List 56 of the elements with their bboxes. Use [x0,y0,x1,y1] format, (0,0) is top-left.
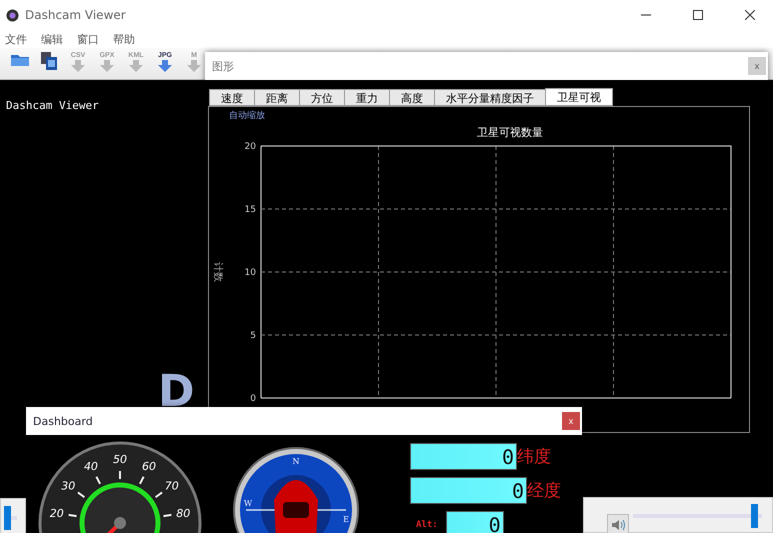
speed-scale-label: 40 [84,460,98,473]
readout-label: 经度 [527,480,561,502]
altitude-label: Alt: [416,520,438,530]
menu-item[interactable]: 窗口 [77,32,99,46]
chart-title: 卫星可视数量 [477,126,543,139]
y-tick-label: 5 [250,331,256,341]
compass-direction-label: W [244,499,252,508]
close-button[interactable]: x [562,412,580,430]
down-arrow-icon [70,60,86,72]
y-axis-label: 计数 [212,262,223,282]
close-icon [745,10,755,20]
speed-scale-label: 20 [50,507,64,520]
workspace-label: Dashcam Viewer [6,99,99,112]
window-title: Dashcam Viewer [25,8,127,22]
down-arrow-icon [157,60,173,72]
chart-tab[interactable]: 方位 [299,89,344,106]
app-logo-icon [6,8,19,22]
auto-scale-link[interactable]: 自动缩放 [229,109,265,122]
menu-item[interactable]: 帮助 [113,32,135,46]
lcd-readout-field: 0 [410,443,517,470]
speed-scale-label: 70 [164,479,179,492]
speaker-button[interactable] [607,514,629,533]
lcd-readout-field: 0 [410,477,527,504]
speed-scale-label: 60 [142,460,156,473]
readout-label: 纬度 [517,446,551,468]
y-tick-label: 20 [244,142,256,152]
lcd-readout-field: 0 [446,511,504,533]
speed-scale-label: 80 [176,507,190,520]
speaker-icon [611,519,625,531]
y-tick-label: 10 [244,268,256,278]
chart-tab[interactable]: 卫星可视 [545,88,613,106]
chart-tab[interactable]: 速度 [209,89,254,106]
chart-tab[interactable]: 高度 [389,89,434,106]
down-arrow-icon [186,60,202,72]
chart-tab[interactable]: 水平分量精度因子 [434,89,545,106]
chart-tab[interactable]: 重力 [344,89,389,106]
seek-slider[interactable] [4,506,17,530]
y-tick-label: 0 [250,394,256,404]
chart-tab[interactable]: 距离 [254,89,299,106]
window-title: Dashboard [33,414,94,428]
menu-item[interactable]: 文件 [5,32,27,46]
speed-scale-label: 30 [61,479,76,492]
close-button[interactable]: x [748,57,766,75]
y-tick-label: 15 [244,205,256,215]
slider-thumb[interactable] [751,504,758,528]
menu-item[interactable]: 编辑 [41,32,63,46]
window-title: 图形 [212,58,235,74]
film-icon [40,50,58,70]
logo-letter: D [158,370,195,414]
compass-direction-label: N [292,457,300,466]
speed-scale-label: 50 [113,453,127,466]
down-arrow-icon [99,60,115,72]
compass-direction-label: E [343,515,349,524]
slider-thumb[interactable] [4,506,11,530]
down-arrow-icon [128,60,144,72]
maximize-icon [693,10,703,20]
